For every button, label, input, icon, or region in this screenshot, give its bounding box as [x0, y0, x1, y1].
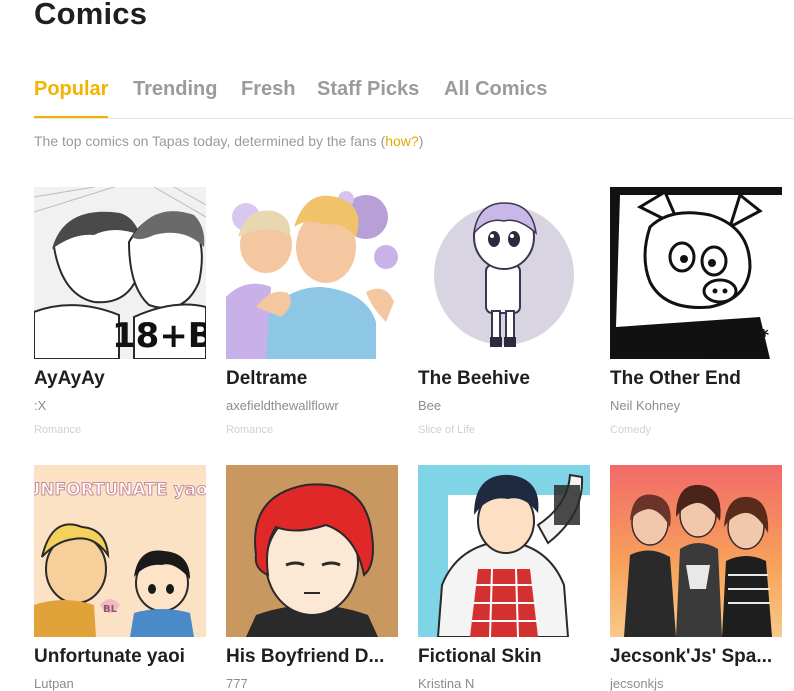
comic-title[interactable]: Jecsonk'Js' Spa...: [610, 646, 790, 668]
comic-genre: Romance: [226, 424, 274, 436]
cover-art-ayayay: 18+BL: [34, 187, 206, 359]
comic-author[interactable]: Lutpan: [34, 676, 206, 691]
cover-art-fictional-skin: [418, 465, 590, 637]
comic-genre: Slice of Life: [418, 424, 475, 436]
description-suffix: ): [418, 133, 424, 149]
tab-trending[interactable]: Trending: [133, 76, 217, 118]
cover-text: UNFORTUNATE yaoi: [34, 480, 206, 500]
tab-all-comics[interactable]: All Comics: [444, 76, 547, 118]
cover-art-other-end: *CLICK*: [610, 187, 782, 359]
cover-badge: BL: [103, 604, 118, 615]
comic-author[interactable]: jecsonkjs: [610, 676, 782, 691]
cover-text: 18+BL: [112, 316, 206, 356]
comic-title[interactable]: The Other End: [610, 368, 790, 390]
comic-author[interactable]: :X: [34, 398, 206, 413]
category-tabs: Popular Trending Fresh Staff Picks All C…: [34, 76, 794, 119]
cover-art-his-boyfriend: [226, 465, 398, 637]
comic-cover[interactable]: 18+BL: [34, 187, 206, 359]
comic-genre: Romance: [34, 424, 82, 436]
cover-art-jecsonkjs: [610, 465, 782, 637]
page-title: Comics: [34, 0, 148, 31]
comic-cover[interactable]: [226, 187, 398, 359]
comic-title[interactable]: AyAyAy: [34, 368, 214, 390]
comic-title[interactable]: Unfortunate yaoi: [34, 646, 214, 668]
comic-author[interactable]: Bee: [418, 398, 590, 413]
tab-fresh[interactable]: Fresh: [241, 76, 295, 118]
comic-cover[interactable]: UNFORTUNATE yaoi BL: [34, 465, 206, 637]
comic-genre: Comedy: [610, 424, 651, 436]
comic-cover[interactable]: [610, 465, 782, 637]
comic-author[interactable]: 777: [226, 676, 398, 691]
cover-art-deltrame: [226, 187, 398, 359]
comic-author[interactable]: Neil Kohney: [610, 398, 782, 413]
comic-author[interactable]: Kristina N: [418, 676, 590, 691]
comic-cover[interactable]: [418, 187, 590, 359]
comic-title[interactable]: His Boyfriend D...: [226, 646, 406, 668]
cover-art-beehive: [418, 187, 590, 359]
tab-staff-picks[interactable]: Staff Picks: [317, 76, 419, 118]
tab-description: The top comics on Tapas today, determine…: [34, 133, 423, 149]
comic-title[interactable]: The Beehive: [418, 368, 598, 390]
cover-art-unfortunate-yaoi: UNFORTUNATE yaoi BL: [34, 465, 206, 637]
comic-title[interactable]: Fictional Skin: [418, 646, 598, 668]
comic-cover[interactable]: [226, 465, 398, 637]
comic-title[interactable]: Deltrame: [226, 368, 406, 390]
comic-author[interactable]: axefieldthewallflowr: [226, 398, 398, 413]
how-link[interactable]: how?: [385, 133, 418, 149]
comic-cover[interactable]: [418, 465, 590, 637]
comic-cover[interactable]: *CLICK*: [610, 187, 782, 359]
description-text: The top comics on Tapas today, determine…: [34, 133, 386, 149]
tab-popular[interactable]: Popular: [34, 76, 109, 118]
